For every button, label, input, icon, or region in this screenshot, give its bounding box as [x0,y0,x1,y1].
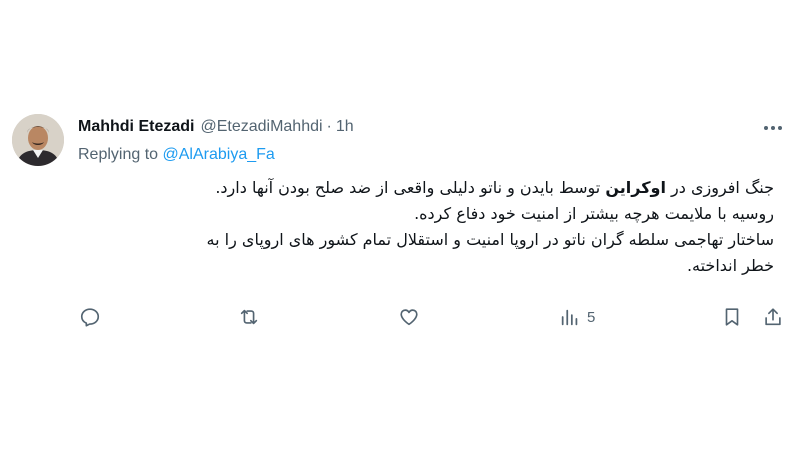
author-name[interactable]: Mahhdi Etezadi [78,118,194,136]
retweet-icon [240,309,258,325]
tweet-line-1-start: جنگ افروزی در [671,178,774,197]
tweet-line-1: جنگ افروزی در اوکراین توسط بایدن و ناتو … [78,175,774,201]
tweet-line-1-bold: اوکراین [605,178,666,197]
views-count: 5 [587,308,596,326]
views-button[interactable]: 5 [559,302,595,332]
reply-icon [80,308,100,327]
replying-to: Replying to @AlArabiya_Fa [78,146,275,164]
avatar-image [12,114,64,166]
reply-button[interactable] [79,302,101,332]
retweet-button[interactable] [238,302,260,332]
bookmark-button[interactable] [721,302,743,332]
share-button[interactable] [762,302,784,332]
tweet-text: جنگ افروزی در اوکراین توسط بایدن و ناتو … [78,175,774,279]
timestamp[interactable]: 1h [336,118,354,136]
tweet-line-4: خطر انداخته. [686,256,774,275]
tweet-header: Mahhdi Etezadi @EtezadiMahhdi · 1h [78,118,354,136]
like-button[interactable] [398,302,420,332]
analytics-icon [561,309,578,326]
tweet[interactable]: Mahhdi Etezadi @EtezadiMahhdi · 1h Reply… [0,0,800,450]
action-bar: 5 [78,302,790,332]
tweet-line-2: روسیه با ملایمت هرچه بیشتر از امنیت خود … [414,204,774,223]
share-icon [765,308,781,326]
author-handle[interactable]: @EtezadiMahhdi [200,118,322,136]
replying-to-label: Replying to [78,146,159,163]
bookmark-icon [725,308,739,326]
separator-dot: · [326,118,332,135]
reply-mention-link[interactable]: @AlArabiya_Fa [163,146,275,163]
avatar[interactable] [12,114,64,166]
heart-icon [400,309,418,326]
tweet-line-3: ساختار تهاجمی سلطه گران ناتو در اروپا ام… [206,230,774,249]
more-options-icon[interactable] [760,118,786,138]
tweet-line-1-end: توسط بایدن و ناتو دلیلی واقعی از ضد صلح … [215,178,601,197]
